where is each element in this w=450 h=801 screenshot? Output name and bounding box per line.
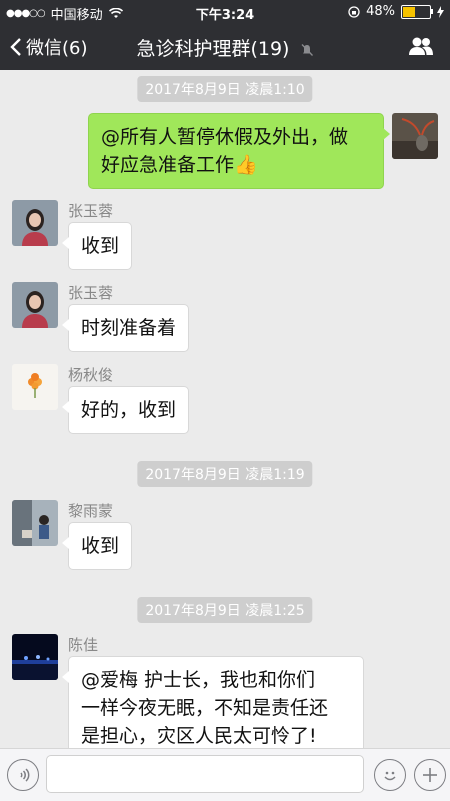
sender-name: 黎雨蒙 [68, 502, 114, 520]
avatar[interactable] [12, 364, 58, 410]
message-line: 好应急准备工作 [101, 154, 235, 176]
message-line: 是担心，灾区人民太可怜了! [81, 725, 317, 747]
own-message-bubble[interactable]: @所有人暂停休假及外出，做 好应急准备工作👍 [88, 113, 390, 189]
message-bubble[interactable]: 时刻准备着 [61, 304, 190, 352]
message-bubble[interactable]: 收到 [61, 522, 133, 570]
rotation-lock-icon [348, 5, 360, 18]
avatar[interactable] [12, 500, 58, 546]
emoji-button[interactable] [374, 759, 406, 791]
sender-name: 张玉蓉 [68, 202, 114, 220]
sender-name: 陈佳 [68, 636, 99, 654]
timestamp: 2017年8月9日 凌晨1:19 [137, 461, 313, 487]
message-bubble[interactable]: 好的，收到 [61, 386, 190, 434]
battery-icon [401, 4, 433, 19]
message-text: 好的，收到 [81, 399, 177, 421]
charging-icon [437, 5, 444, 18]
chat-title-text: 急诊科护理群(19) [136, 38, 290, 60]
avatar[interactable] [392, 113, 438, 159]
message-bubble[interactable]: @爱梅 护士长，我也和你们 一样今夜无眠，不知是责任还 是担心，灾区人民太可怜了… [62, 656, 364, 748]
input-bar [0, 748, 450, 801]
voice-button[interactable] [7, 759, 39, 791]
avatar[interactable] [12, 634, 58, 680]
status-bar: ●●●○○ 中国移动 下午3:24 48% [0, 0, 450, 24]
chat-area[interactable]: 2017年8月9日 凌晨1:10 @所有人暂停休假及外出，做 好应急准备工作👍 … [0, 70, 450, 748]
thumbs-up-emoji: 👍 [234, 154, 258, 176]
group-members-button[interactable] [408, 36, 434, 60]
message-line: 一样今夜无眠，不知是责任还 [81, 697, 329, 719]
avatar[interactable] [12, 282, 58, 328]
avatar[interactable] [12, 200, 58, 246]
message-line: @所有人暂停休假及外出，做 [101, 126, 349, 148]
message-text: 时刻准备着 [81, 317, 177, 339]
plus-button[interactable] [414, 759, 446, 791]
nav-bar: 微信(6) 急诊科护理群(19) [0, 24, 450, 70]
message-text: 收到 [81, 535, 120, 557]
voice-icon [20, 768, 30, 782]
battery-percent: 48% [366, 4, 395, 19]
timestamp: 2017年8月9日 凌晨1:25 [137, 597, 313, 623]
mute-icon [301, 43, 313, 56]
sender-name: 张玉蓉 [68, 284, 114, 302]
message-input[interactable] [46, 755, 364, 793]
message-text: 收到 [81, 235, 120, 257]
group-members-icon [409, 37, 433, 55]
timestamp: 2017年8月9日 凌晨1:10 [137, 76, 313, 102]
plus-icon [423, 768, 437, 782]
message-line: @爱梅 护士长，我也和你们 [81, 669, 316, 691]
message-bubble[interactable]: 收到 [61, 222, 133, 270]
sender-name: 杨秋俊 [68, 366, 114, 384]
emoji-icon [384, 771, 396, 781]
chat-title: 急诊科护理群(19) [0, 34, 450, 61]
